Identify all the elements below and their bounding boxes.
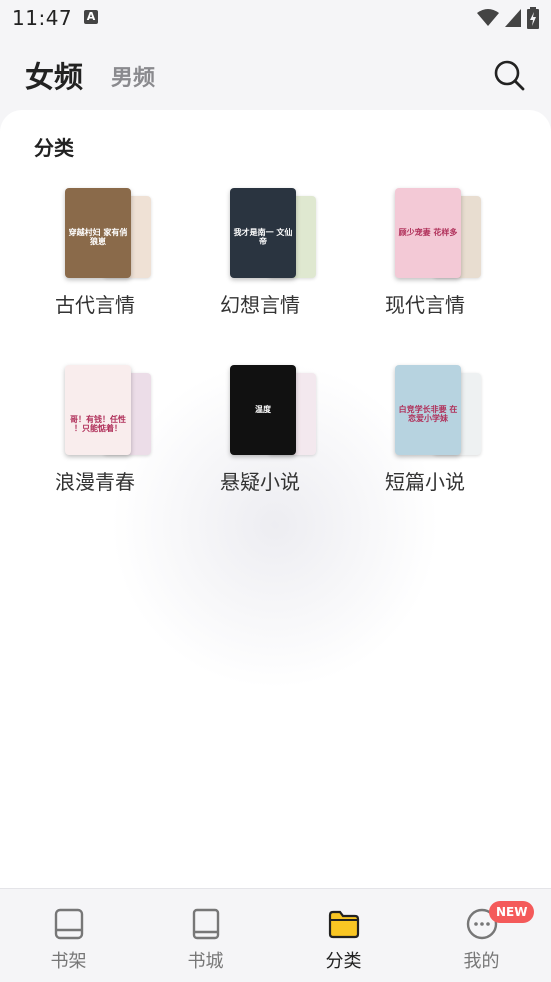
cover-title: 穿越村妇 家有俏狼崽 [68,228,128,246]
category-cover-stack: 白竞学长非要 在恋爱小学妹 [395,365,485,457]
section-title: 分类 [34,136,74,160]
category-label: 幻想言情 [220,293,300,317]
category-item[interactable]: 穿越村妇 家有俏狼崽古代言情 [12,188,177,328]
category-label: 悬疑小说 [220,470,300,494]
battery-icon [527,7,539,29]
category-cover-stack: 穿越村妇 家有俏狼崽 [65,188,155,280]
book-open-icon [192,908,219,940]
book-cover-front: 我才是南一 文仙帝 [230,188,296,278]
category-label: 现代言情 [385,293,465,317]
category-item[interactable]: 哥！有钱！任性 ！只能惦着！ 浪漫青春 [12,365,177,505]
nav-label-category: 分类 [325,951,362,972]
book-cover-front: 穿越村妇 家有俏狼崽 [65,188,131,278]
bottom-nav: 书架 书城 分类 我的 NEW [0,888,551,982]
signal-icon [505,9,521,27]
search-icon[interactable] [492,58,526,92]
nav-label-bookshelf: 书架 [50,951,87,972]
category-panel: 分类 穿越村妇 家有俏狼崽 古代言情 我才是南一 文仙帝 幻想言情 顾少宠妻 花样多 现代… [0,110,551,888]
nav-label-profile: 我的 [463,951,500,972]
category-item[interactable]: 白竞学长非要 在恋爱小学妹短篇小说 [342,365,507,505]
nav-category[interactable]: 分类 [275,889,412,982]
book-cover-front: 白竞学长非要 在恋爱小学妹 [395,365,461,455]
book-outline-icon [54,908,83,940]
tab-male[interactable]: 男频 [111,60,155,92]
cover-title: 我才是南一 文仙帝 [233,228,293,246]
header: 女频 男频 [0,36,551,112]
new-badge: NEW [489,901,535,923]
category-cover-stack: 温度 [230,365,320,457]
status-bar: 11:47 A [0,0,551,36]
cover-title: 顾少宠妻 花样多 [398,228,458,237]
category-item[interactable]: 我才是南一 文仙帝幻想言情 [177,188,342,328]
nav-bookstore[interactable]: 书城 [137,889,274,982]
book-cover-front: 顾少宠妻 花样多 [395,188,461,278]
category-cover-stack: 哥！有钱！任性 ！只能惦着！ [65,365,155,457]
category-cover-stack: 顾少宠妻 花样多 [395,188,485,280]
nav-label-bookstore: 书城 [187,951,224,972]
book-cover-front: 温度 [230,365,296,455]
app-notification-icon: A [84,10,98,24]
nav-bookshelf[interactable]: 书架 [0,889,137,982]
cover-title: 哥！有钱！任性 ！只能惦着！ [70,415,126,433]
book-cover-front: 哥！有钱！任性 ！只能惦着！ [65,365,131,455]
category-item[interactable]: 顾少宠妻 花样多现代言情 [342,188,507,328]
status-indicators [477,7,539,29]
category-cover-stack: 我才是南一 文仙帝 [230,188,320,280]
folder-icon [328,910,359,939]
category-label: 短篇小说 [385,470,465,494]
tab-female[interactable]: 女频 [25,54,83,96]
cover-title: 温度 [255,405,271,414]
wifi-icon [477,9,499,26]
status-time: 11:47 [12,6,73,30]
category-item[interactable]: 温度 悬疑小说 [177,365,342,505]
category-label: 浪漫青春 [55,470,135,494]
cover-title: 白竞学长非要 在恋爱小学妹 [398,405,458,423]
category-label: 古代言情 [55,293,135,317]
